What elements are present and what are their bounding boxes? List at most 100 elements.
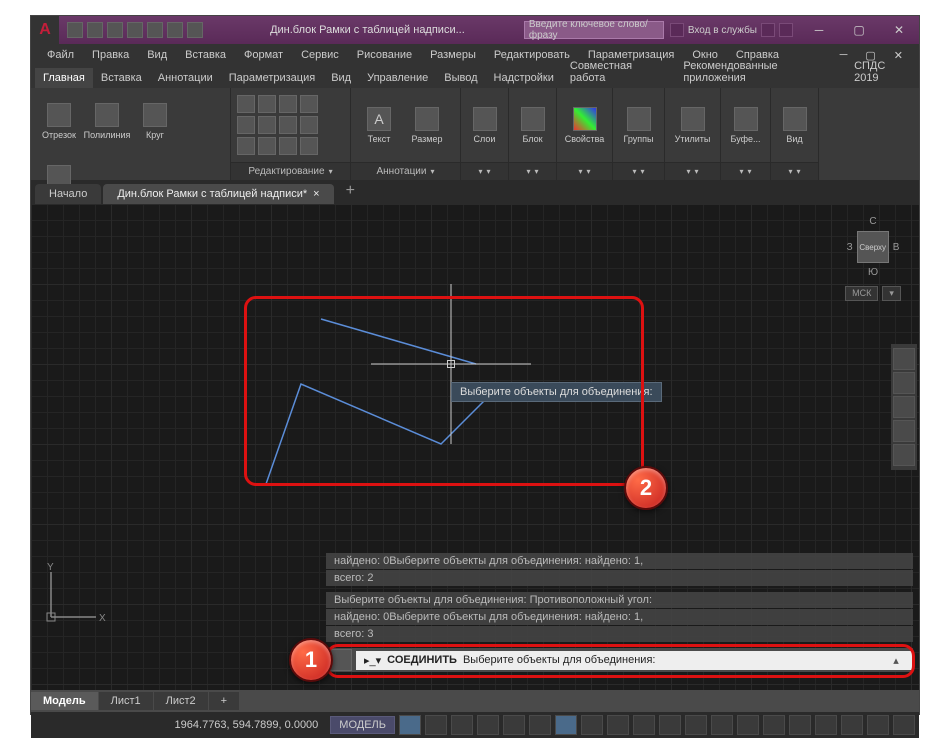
fillet-icon[interactable]: [279, 116, 297, 134]
status-space[interactable]: МОДЕЛЬ: [330, 716, 395, 734]
status-grid-icon[interactable]: [399, 715, 421, 735]
viewcube[interactable]: С З Сверху В Ю МСК▾: [833, 216, 913, 326]
trim-icon[interactable]: [279, 95, 297, 113]
properties-button[interactable]: Свойства: [563, 96, 606, 154]
qat-undo-icon[interactable]: [167, 22, 183, 38]
status-quickprops-icon[interactable]: [763, 715, 785, 735]
maximize-button[interactable]: ▢: [839, 16, 879, 44]
qat-open-icon[interactable]: [87, 22, 103, 38]
user-icon[interactable]: [670, 23, 684, 37]
viewcube-south[interactable]: Ю: [833, 267, 913, 278]
groups-button[interactable]: Группы: [619, 96, 658, 154]
line-button[interactable]: Отрезок: [37, 92, 81, 150]
status-ortho-icon[interactable]: [451, 715, 473, 735]
utilities-button[interactable]: Утилиты: [671, 96, 714, 154]
viewcube-west[interactable]: З: [847, 242, 853, 253]
nav-wheel-icon[interactable]: [893, 348, 915, 370]
layout-tab-sheet1[interactable]: Лист1: [99, 692, 153, 710]
circle-button[interactable]: Круг: [133, 92, 177, 150]
status-cycling-icon[interactable]: [633, 715, 655, 735]
erase-icon[interactable]: [300, 95, 318, 113]
app-logo[interactable]: A: [31, 16, 59, 44]
status-polar-icon[interactable]: [477, 715, 499, 735]
viewcube-east[interactable]: В: [893, 242, 900, 253]
wcs-label[interactable]: МСК: [845, 286, 878, 301]
qat-plot-icon[interactable]: [147, 22, 163, 38]
qat-save-icon[interactable]: [107, 22, 123, 38]
view-button[interactable]: Вид: [777, 96, 812, 154]
minimize-button[interactable]: ─: [799, 16, 839, 44]
panel-utilities-dd[interactable]: ▾: [665, 162, 720, 180]
status-osnap-icon[interactable]: [529, 715, 551, 735]
panel-properties-dd[interactable]: ▾: [557, 162, 612, 180]
ribbon-tab-output[interactable]: Вывод: [436, 68, 485, 88]
stretch-icon[interactable]: [237, 137, 255, 155]
menu-edit[interactable]: Правка: [84, 46, 137, 64]
polyline-button[interactable]: Полилиния: [85, 92, 129, 150]
explode-icon[interactable]: [300, 116, 318, 134]
ribbon-tab-home[interactable]: Главная: [35, 68, 93, 88]
panel-view-dd[interactable]: ▾: [771, 162, 818, 180]
status-lwt-icon[interactable]: [581, 715, 603, 735]
ribbon-tab-addins[interactable]: Надстройки: [486, 68, 562, 88]
copy-icon[interactable]: [237, 116, 255, 134]
qat-redo-icon[interactable]: [187, 22, 203, 38]
panel-modify-label[interactable]: Редактирование: [231, 162, 350, 180]
status-annomonitor-icon[interactable]: [711, 715, 733, 735]
status-lockui-icon[interactable]: [789, 715, 811, 735]
ribbon-tab-collaborate[interactable]: Совместная работа: [562, 56, 675, 88]
ribbon-tab-annotate[interactable]: Аннотации: [150, 68, 221, 88]
ribbon-tab-view[interactable]: Вид: [323, 68, 359, 88]
move-icon[interactable]: [237, 95, 255, 113]
ribbon-tab-insert[interactable]: Вставка: [93, 68, 150, 88]
status-customize-icon[interactable]: [893, 715, 915, 735]
status-transparency-icon[interactable]: [607, 715, 629, 735]
ribbon-tab-spds[interactable]: СПДС 2019: [846, 56, 919, 88]
mirror-icon[interactable]: [258, 116, 276, 134]
scale-icon[interactable]: [258, 137, 276, 155]
panel-annotate-label[interactable]: Аннотации: [351, 162, 460, 180]
qat-new-icon[interactable]: [67, 22, 83, 38]
status-workspace-icon[interactable]: [685, 715, 707, 735]
layers-button[interactable]: Слои: [467, 96, 502, 154]
close-button[interactable]: ✕: [879, 16, 919, 44]
help-search-input[interactable]: Введите ключевое слово/фразу: [524, 21, 664, 39]
menu-tools[interactable]: Сервис: [293, 46, 347, 64]
nav-showmotion-icon[interactable]: [893, 444, 915, 466]
status-isolate-icon[interactable]: [815, 715, 837, 735]
status-annoscale-icon[interactable]: [659, 715, 681, 735]
menu-dimension[interactable]: Размеры: [422, 46, 484, 64]
panel-block-dd[interactable]: ▾: [509, 162, 556, 180]
ribbon-tab-manage[interactable]: Управление: [359, 68, 436, 88]
status-otrack-icon[interactable]: [555, 715, 577, 735]
menu-file[interactable]: Файл: [39, 46, 82, 64]
status-cleanscreen-icon[interactable]: [867, 715, 889, 735]
nav-orbit-icon[interactable]: [893, 420, 915, 442]
menu-insert[interactable]: Вставка: [177, 46, 234, 64]
nav-zoom-icon[interactable]: [893, 396, 915, 418]
viewcube-north[interactable]: С: [833, 216, 913, 227]
viewcube-top[interactable]: Сверху: [857, 231, 889, 263]
doc-tab-new[interactable]: +: [336, 178, 365, 204]
layout-tab-add[interactable]: +: [209, 692, 239, 710]
menu-view[interactable]: Вид: [139, 46, 175, 64]
doc-tab-current[interactable]: Дин.блок Рамки с таблицей надписи*×: [103, 184, 333, 204]
doc-tab-start[interactable]: Начало: [35, 184, 101, 204]
help-icon[interactable]: [779, 23, 793, 37]
clipboard-button[interactable]: Буфе...: [727, 96, 764, 154]
status-isodraft-icon[interactable]: [503, 715, 525, 735]
status-units-icon[interactable]: [737, 715, 759, 735]
status-snap-icon[interactable]: [425, 715, 447, 735]
text-button[interactable]: AТекст: [357, 96, 401, 154]
exchange-icon[interactable]: [761, 23, 775, 37]
panel-layers-dd[interactable]: ▾: [461, 162, 508, 180]
drawing-area[interactable]: Выберите объекты для объединения: 2 С З …: [31, 204, 919, 690]
panel-clipboard-dd[interactable]: ▾: [721, 162, 770, 180]
dimension-button[interactable]: Размер: [405, 96, 449, 154]
rotate-icon[interactable]: [258, 95, 276, 113]
layout-tab-model[interactable]: Модель: [31, 692, 98, 710]
offset-icon[interactable]: [300, 137, 318, 155]
block-button[interactable]: Блок: [515, 96, 550, 154]
status-hardware-icon[interactable]: [841, 715, 863, 735]
doc-tab-close-icon[interactable]: ×: [313, 188, 319, 200]
